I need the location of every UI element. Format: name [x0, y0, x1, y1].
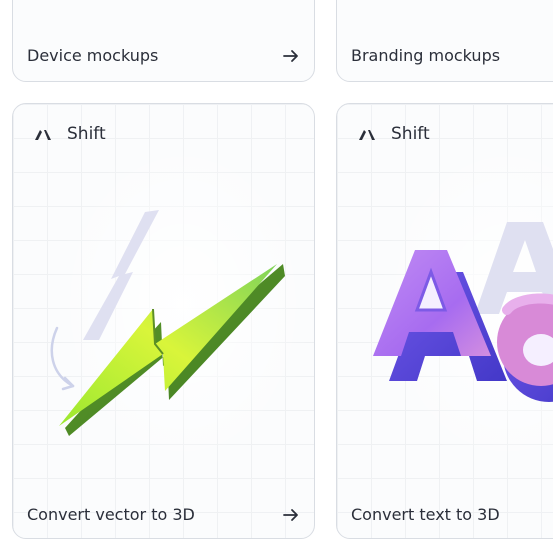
3d-text-aa-icon: [373, 222, 553, 402]
arrow-right-icon[interactable]: [282, 506, 300, 524]
card-title: Convert vector to 3D: [27, 505, 195, 524]
card-device-mockups[interactable]: Device mockups: [12, 0, 315, 82]
card-title: Device mockups: [27, 46, 159, 65]
card-convert-vector-to-3d[interactable]: Shift Convert vector to 3D: [12, 103, 315, 539]
card-convert-text-to-3d[interactable]: Shift Convert text to 3D: [336, 103, 553, 539]
card-title: Branding mockups: [351, 46, 501, 65]
card-branding-mockups[interactable]: Branding mockups: [336, 0, 553, 82]
3d-lightning-bolt-icon: [50, 210, 285, 436]
arrow-right-icon[interactable]: [282, 47, 300, 65]
card-title: Convert text to 3D: [351, 505, 500, 524]
